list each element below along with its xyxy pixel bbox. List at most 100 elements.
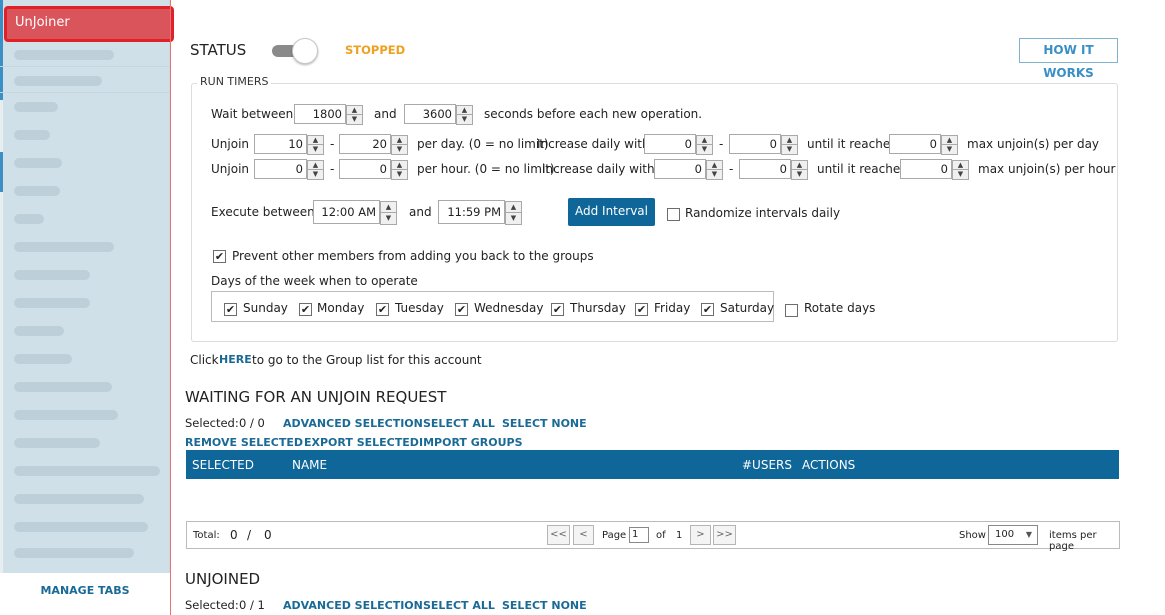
sidebar-item-blurred[interactable] <box>14 158 62 168</box>
execute-end-input[interactable]: 11:59 PM ▲ ▼ <box>438 200 522 225</box>
increase-day-max-input[interactable]: 0 ▲ ▼ <box>729 134 798 155</box>
group-list-link[interactable]: HERE <box>219 353 252 366</box>
spin-up-icon[interactable]: ▲ <box>707 161 722 170</box>
sidebar-item-blurred[interactable] <box>14 466 160 476</box>
unjoin-hour-max-input[interactable]: 0 ▲ ▼ <box>339 159 408 180</box>
spinner[interactable]: ▲ ▼ <box>391 160 408 180</box>
day-checkbox-tuesday[interactable]: ✔ <box>376 303 389 316</box>
pager-next-button[interactable]: > <box>690 525 711 545</box>
execute-start-input[interactable]: 12:00 AM ▲ ▼ <box>313 200 397 225</box>
rotate-days-checkbox[interactable] <box>785 304 798 317</box>
spinner[interactable]: ▲ ▼ <box>391 135 408 155</box>
spin-down-icon[interactable]: ▼ <box>782 145 797 154</box>
pager-first-button[interactable]: << <box>547 525 570 545</box>
wait-max-spinner[interactable]: ▲ ▼ <box>456 105 473 125</box>
waiting-select-none-link[interactable]: SELECT NONE <box>502 417 587 430</box>
unjoined-advanced-selection-link[interactable]: ADVANCED SELECTION <box>283 599 423 612</box>
unjoined-select-all-link[interactable]: SELECT ALL <box>423 599 495 612</box>
spinner[interactable]: ▲ ▼ <box>380 201 397 225</box>
per-page-select[interactable]: 100 ▼ <box>988 525 1038 545</box>
prevent-checkbox[interactable]: ✔ <box>213 250 226 263</box>
sidebar-item-blurred[interactable] <box>14 494 144 504</box>
sidebar-item-blurred[interactable] <box>14 102 58 112</box>
manage-tabs-link[interactable]: MANAGE TABS <box>0 573 170 615</box>
spin-up-icon[interactable]: ▲ <box>457 106 472 115</box>
column-header-users[interactable]: #USERS <box>742 458 792 472</box>
day-checkbox-wednesday[interactable]: ✔ <box>455 303 468 316</box>
spin-up-icon[interactable]: ▲ <box>381 202 396 213</box>
sidebar-item-blurred[interactable] <box>14 354 72 364</box>
sidebar-item-blurred[interactable] <box>14 270 90 280</box>
remove-selected-link[interactable]: REMOVE SELECTED <box>185 436 303 449</box>
status-toggle[interactable] <box>270 37 320 65</box>
reach-day-input[interactable]: 0 ▲ ▼ <box>889 134 958 155</box>
column-header-actions[interactable]: ACTIONS <box>802 458 855 472</box>
export-selected-link[interactable]: EXPORT SELECTED <box>304 436 419 449</box>
sidebar-item-blurred[interactable] <box>14 410 118 420</box>
chevron-down-icon[interactable]: ▼ <box>1026 526 1032 544</box>
add-interval-button[interactable]: Add Interval <box>568 198 655 226</box>
spinner[interactable]: ▲ ▼ <box>791 160 808 180</box>
column-header-selected[interactable]: SELECTED <box>192 458 254 472</box>
spin-down-icon[interactable]: ▼ <box>697 145 712 154</box>
spin-down-icon[interactable]: ▼ <box>457 115 472 124</box>
spin-up-icon[interactable]: ▲ <box>782 136 797 145</box>
sidebar-item-blurred[interactable] <box>14 76 102 86</box>
sidebar-item-blurred[interactable] <box>14 242 114 252</box>
spin-up-icon[interactable]: ▲ <box>308 161 323 170</box>
spin-up-icon[interactable]: ▲ <box>792 161 807 170</box>
spin-down-icon[interactable]: ▼ <box>392 170 407 179</box>
sidebar-item-blurred[interactable] <box>14 50 114 60</box>
day-checkbox-monday[interactable]: ✔ <box>299 303 312 316</box>
spin-down-icon[interactable]: ▼ <box>308 145 323 154</box>
spin-up-icon[interactable]: ▲ <box>392 161 407 170</box>
sidebar-item-blurred[interactable] <box>14 298 90 308</box>
unjoin-day-max-input[interactable]: 20 ▲ ▼ <box>339 134 408 155</box>
wait-max-input[interactable]: 3600 ▲ ▼ <box>404 104 473 125</box>
pager-last-button[interactable]: >> <box>713 525 736 545</box>
spin-up-icon[interactable]: ▲ <box>942 136 957 145</box>
spinner[interactable]: ▲ ▼ <box>706 160 723 180</box>
pager-page-input[interactable]: 1 <box>629 527 649 543</box>
day-checkbox-saturday[interactable]: ✔ <box>701 303 714 316</box>
spin-up-icon[interactable]: ▲ <box>308 136 323 145</box>
waiting-advanced-selection-link[interactable]: ADVANCED SELECTION <box>283 417 423 430</box>
wait-min-input[interactable]: 1800 ▲ ▼ <box>294 104 363 125</box>
spinner[interactable]: ▲ ▼ <box>781 135 798 155</box>
spin-up-icon[interactable]: ▲ <box>347 106 362 115</box>
sidebar-item-blurred[interactable] <box>14 186 60 196</box>
spin-down-icon[interactable]: ▼ <box>506 213 521 224</box>
import-groups-link[interactable]: IMPORT GROUPS <box>419 436 523 449</box>
increase-hour-min-input[interactable]: 0 ▲ ▼ <box>654 159 723 180</box>
spin-down-icon[interactable]: ▼ <box>953 170 968 179</box>
unjoin-day-min-input[interactable]: 10 ▲ ▼ <box>254 134 324 155</box>
spin-down-icon[interactable]: ▼ <box>707 170 722 179</box>
waiting-select-all-link[interactable]: SELECT ALL <box>423 417 495 430</box>
sidebar-item-blurred[interactable] <box>14 326 64 336</box>
randomize-checkbox[interactable] <box>667 208 680 221</box>
increase-hour-max-input[interactable]: 0 ▲ ▼ <box>739 159 808 180</box>
sidebar-item-blurred[interactable] <box>14 130 50 140</box>
spin-up-icon[interactable]: ▲ <box>506 202 521 213</box>
increase-day-min-input[interactable]: 0 ▲ ▼ <box>644 134 713 155</box>
sidebar-item-blurred[interactable] <box>14 438 100 448</box>
sidebar-item-blurred[interactable] <box>14 214 44 224</box>
day-checkbox-friday[interactable]: ✔ <box>635 303 648 316</box>
unjoin-hour-min-input[interactable]: 0 ▲ ▼ <box>254 159 324 180</box>
spin-up-icon[interactable]: ▲ <box>697 136 712 145</box>
unjoined-select-none-link[interactable]: SELECT NONE <box>502 599 587 612</box>
sidebar-item-blurred[interactable] <box>14 382 112 392</box>
spinner[interactable]: ▲ ▼ <box>696 135 713 155</box>
column-header-name[interactable]: NAME <box>292 458 327 472</box>
spinner[interactable]: ▲ ▼ <box>941 135 958 155</box>
sidebar-item-unjoiner[interactable]: UnJoiner <box>4 6 174 42</box>
spin-down-icon[interactable]: ▼ <box>347 115 362 124</box>
wait-min-spinner[interactable]: ▲ ▼ <box>346 105 363 125</box>
day-checkbox-sunday[interactable]: ✔ <box>224 303 237 316</box>
spinner[interactable]: ▲ ▼ <box>952 160 969 180</box>
spin-down-icon[interactable]: ▼ <box>942 145 957 154</box>
spin-down-icon[interactable]: ▼ <box>792 170 807 179</box>
spin-up-icon[interactable]: ▲ <box>392 136 407 145</box>
spinner[interactable]: ▲ ▼ <box>505 201 522 225</box>
sidebar-item-blurred[interactable] <box>14 548 134 558</box>
